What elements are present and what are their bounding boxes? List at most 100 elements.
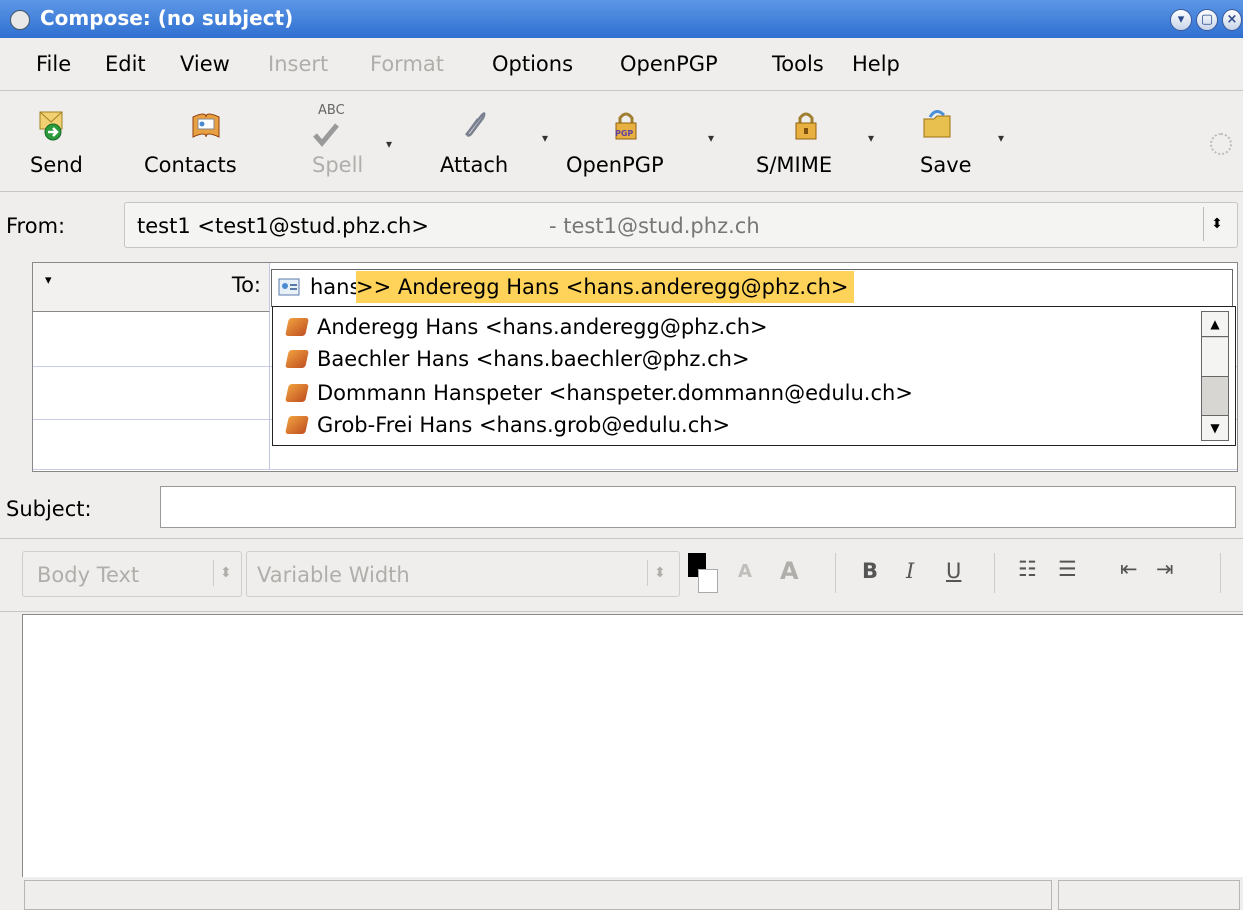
bold-button[interactable]: B — [862, 559, 878, 583]
autocomplete-item-label: Baechler Hans <hans.baechler@phz.ch> — [317, 347, 750, 371]
from-select[interactable]: test1 <test1@stud.phz.ch> - test1@stud.p… — [124, 202, 1238, 248]
paperclip-icon — [465, 112, 486, 137]
close-icon[interactable]: × — [1222, 9, 1242, 31]
font-spinner-icon: ⬍ — [647, 560, 666, 586]
subject-label: Subject: — [6, 497, 92, 521]
larger-text-icon[interactable]: A — [780, 557, 799, 585]
font-value: Variable Width — [257, 563, 410, 587]
paragraph-spinner-icon: ⬍ — [213, 560, 232, 586]
folder-icon — [923, 110, 951, 138]
menu-openpgp[interactable]: OpenPGP — [620, 52, 718, 76]
autocomplete-item[interactable]: Anderegg Hans <hans.anderegg@phz.ch> — [285, 315, 768, 339]
from-row: From: test1 <test1@stud.phz.ch> - test1@… — [0, 196, 1243, 254]
autocomplete-item[interactable]: Baechler Hans <hans.baechler@phz.ch> — [285, 347, 750, 371]
menu-bar: File Edit View Insert Format Options Ope… — [0, 38, 1243, 91]
numbered-list-icon[interactable]: ☰ — [1058, 557, 1077, 581]
address-card-icon — [278, 278, 300, 296]
smaller-text-icon[interactable]: A — [738, 561, 752, 582]
contacts-label: Contacts — [144, 153, 237, 177]
from-account: - test1@stud.phz.ch — [549, 214, 760, 238]
outdent-icon[interactable]: ⇤ — [1120, 557, 1138, 581]
address-book-icon — [285, 350, 309, 368]
save-dropdown-icon[interactable]: ▾ — [998, 131, 1004, 145]
spell-label: Spell — [312, 153, 364, 177]
smime-dropdown-icon[interactable]: ▾ — [868, 131, 874, 145]
app-icon — [10, 10, 30, 30]
title-bar: Compose: (no subject) ▾ ▢ × — [0, 0, 1243, 38]
spell-dropdown-icon: ▾ — [386, 137, 393, 151]
scroll-thumb[interactable] — [1202, 338, 1228, 377]
menu-format: Format — [370, 52, 445, 76]
attach-dropdown-icon[interactable]: ▾ — [542, 131, 548, 145]
spell-check-icon — [313, 123, 339, 147]
menu-file[interactable]: File — [36, 52, 71, 76]
attach-button[interactable]: Attach ▾ — [430, 91, 560, 191]
smime-label: S/MIME — [756, 153, 833, 177]
to-autocomplete-suggestion: >> Anderegg Hans <hans.anderegg@phz.ch> — [356, 271, 855, 303]
indent-icon[interactable]: ⇥ — [1156, 557, 1174, 581]
maximize-icon[interactable]: ▢ — [1196, 9, 1218, 31]
separator — [994, 553, 995, 593]
autocomplete-popup: Anderegg Hans <hans.anderegg@phz.ch> Bae… — [272, 306, 1236, 446]
save-button[interactable]: Save ▾ — [900, 91, 1010, 191]
send-button[interactable]: Send — [0, 91, 120, 191]
menu-view[interactable]: View — [180, 52, 230, 76]
italic-button[interactable]: I — [906, 559, 914, 583]
contacts-button[interactable]: Contacts — [140, 91, 270, 191]
address-book-icon — [285, 318, 309, 336]
scroll-down-icon[interactable]: ▼ — [1202, 415, 1228, 440]
message-body-editor[interactable] — [22, 614, 1243, 877]
menu-tools[interactable]: Tools — [772, 52, 824, 76]
address-divider — [33, 469, 1237, 470]
popup-scrollbar[interactable]: ▲ ▼ — [1201, 311, 1229, 441]
smime-lock-icon — [795, 112, 817, 140]
autocomplete-item-label: Anderegg Hans <hans.anderegg@phz.ch> — [317, 315, 768, 339]
toolbar: Send Contacts ABC Spell ▾ Attach ▾ PGP O… — [0, 91, 1243, 192]
throbber-icon — [1210, 133, 1232, 155]
paragraph-style-value: Body Text — [37, 563, 140, 587]
menu-insert: Insert — [268, 52, 329, 76]
status-bar — [0, 876, 1243, 910]
scroll-up-icon[interactable]: ▲ — [1202, 312, 1228, 337]
to-label: To: — [231, 273, 261, 297]
from-spinner-icon[interactable]: ⬍ — [1203, 207, 1230, 241]
attach-label: Attach — [440, 153, 509, 177]
spell-icon-text: ABC — [318, 103, 345, 118]
status-progress-panel — [1058, 880, 1240, 910]
from-value: test1 <test1@stud.phz.ch> — [137, 214, 429, 238]
to-typed-text: hans — [310, 275, 361, 299]
subject-input[interactable] — [160, 486, 1236, 528]
openpgp-label: OpenPGP — [566, 153, 664, 177]
autocomplete-item-label: Dommann Hanspeter <hanspeter.dommann@edu… — [317, 381, 913, 405]
recipient-type-select[interactable]: ▾ To: — [33, 263, 270, 312]
autocomplete-item[interactable]: Grob-Frei Hans <hans.grob@edulu.ch> — [285, 413, 731, 437]
recipient-type-dropdown-icon: ▾ — [45, 273, 52, 288]
menu-options[interactable]: Options — [492, 52, 573, 76]
smime-button[interactable]: S/MIME ▾ — [740, 91, 880, 191]
save-label: Save — [920, 153, 972, 177]
font-select: Variable Width ⬍ — [246, 551, 680, 597]
send-label: Send — [30, 153, 83, 177]
address-book-icon — [285, 384, 309, 402]
contacts-icon — [192, 113, 220, 138]
background-color-icon[interactable] — [698, 569, 718, 593]
format-toolbar: Body Text ⬍ Variable Width ⬍ A A B I U ☷… — [0, 538, 1243, 612]
openpgp-button[interactable]: PGP OpenPGP ▾ — [560, 91, 720, 191]
autocomplete-item-label: Grob-Frei Hans <hans.grob@edulu.ch> — [317, 413, 731, 437]
send-icon — [39, 111, 63, 141]
separator — [835, 553, 836, 593]
bullet-list-icon[interactable]: ☷ — [1018, 557, 1037, 581]
minimize-icon[interactable]: ▾ — [1170, 9, 1192, 31]
pgp-icon-text: PGP — [615, 129, 634, 138]
from-label: From: — [6, 214, 66, 238]
separator — [1220, 553, 1221, 593]
menu-help[interactable]: Help — [852, 52, 900, 76]
recipient-type-column — [33, 312, 270, 470]
openpgp-dropdown-icon[interactable]: ▾ — [708, 131, 714, 145]
menu-edit[interactable]: Edit — [105, 52, 146, 76]
autocomplete-item[interactable]: Dommann Hanspeter <hanspeter.dommann@edu… — [285, 381, 913, 405]
underline-button[interactable]: U — [946, 559, 961, 583]
to-input[interactable]: hans >> Anderegg Hans <hans.anderegg@phz… — [271, 269, 1233, 307]
address-book-icon — [285, 416, 309, 434]
paragraph-style-select: Body Text ⬍ — [22, 551, 242, 597]
